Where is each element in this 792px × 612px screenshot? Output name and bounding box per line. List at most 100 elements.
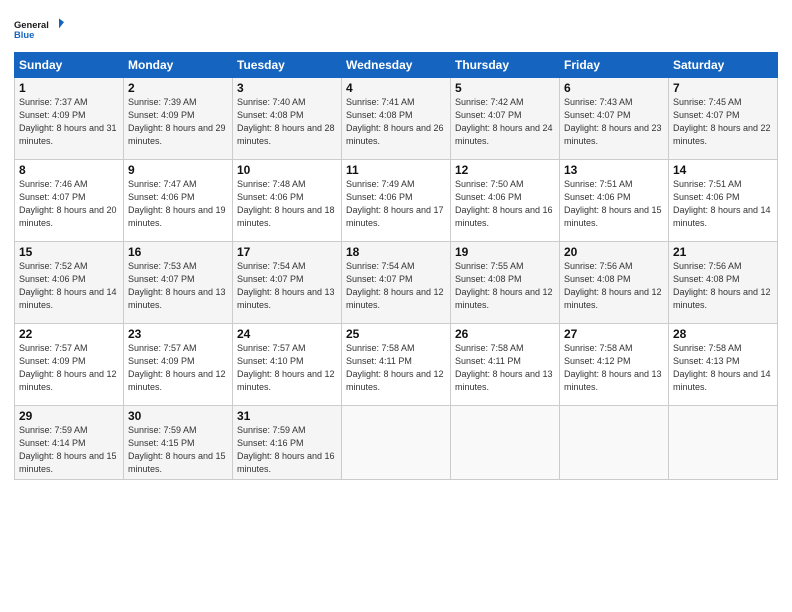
calendar-cell: 16 Sunrise: 7:53 AMSunset: 4:07 PMDaylig… [124, 242, 233, 324]
weekday-header-friday: Friday [560, 53, 669, 78]
day-number: 11 [346, 163, 446, 177]
cell-details: Sunrise: 7:53 AMSunset: 4:07 PMDaylight:… [128, 261, 226, 310]
day-number: 4 [346, 81, 446, 95]
calendar-table: SundayMondayTuesdayWednesdayThursdayFrid… [14, 52, 778, 480]
cell-details: Sunrise: 7:46 AMSunset: 4:07 PMDaylight:… [19, 179, 117, 228]
calendar-cell: 19 Sunrise: 7:55 AMSunset: 4:08 PMDaylig… [451, 242, 560, 324]
cell-details: Sunrise: 7:37 AMSunset: 4:09 PMDaylight:… [19, 97, 117, 146]
cell-details: Sunrise: 7:56 AMSunset: 4:08 PMDaylight:… [673, 261, 771, 310]
calendar-cell [560, 406, 669, 480]
calendar-cell [451, 406, 560, 480]
calendar-cell: 22 Sunrise: 7:57 AMSunset: 4:09 PMDaylig… [15, 324, 124, 406]
day-number: 14 [673, 163, 773, 177]
calendar-cell: 29 Sunrise: 7:59 AMSunset: 4:14 PMDaylig… [15, 406, 124, 480]
weekday-header-wednesday: Wednesday [342, 53, 451, 78]
weekday-header-monday: Monday [124, 53, 233, 78]
cell-details: Sunrise: 7:49 AMSunset: 4:06 PMDaylight:… [346, 179, 444, 228]
calendar-cell: 8 Sunrise: 7:46 AMSunset: 4:07 PMDayligh… [15, 160, 124, 242]
cell-details: Sunrise: 7:55 AMSunset: 4:08 PMDaylight:… [455, 261, 553, 310]
cell-details: Sunrise: 7:59 AMSunset: 4:16 PMDaylight:… [237, 425, 335, 474]
day-number: 2 [128, 81, 228, 95]
day-number: 9 [128, 163, 228, 177]
cell-details: Sunrise: 7:56 AMSunset: 4:08 PMDaylight:… [564, 261, 662, 310]
calendar-cell: 30 Sunrise: 7:59 AMSunset: 4:15 PMDaylig… [124, 406, 233, 480]
cell-details: Sunrise: 7:51 AMSunset: 4:06 PMDaylight:… [564, 179, 662, 228]
cell-details: Sunrise: 7:47 AMSunset: 4:06 PMDaylight:… [128, 179, 226, 228]
logo: General Blue [14, 10, 64, 48]
day-number: 18 [346, 245, 446, 259]
cell-details: Sunrise: 7:57 AMSunset: 4:09 PMDaylight:… [19, 343, 117, 392]
day-number: 24 [237, 327, 337, 341]
day-number: 3 [237, 81, 337, 95]
calendar-cell: 9 Sunrise: 7:47 AMSunset: 4:06 PMDayligh… [124, 160, 233, 242]
calendar-cell: 12 Sunrise: 7:50 AMSunset: 4:06 PMDaylig… [451, 160, 560, 242]
calendar-cell: 20 Sunrise: 7:56 AMSunset: 4:08 PMDaylig… [560, 242, 669, 324]
calendar-cell: 28 Sunrise: 7:58 AMSunset: 4:13 PMDaylig… [669, 324, 778, 406]
day-number: 31 [237, 409, 337, 423]
calendar-cell: 23 Sunrise: 7:57 AMSunset: 4:09 PMDaylig… [124, 324, 233, 406]
cell-details: Sunrise: 7:59 AMSunset: 4:14 PMDaylight:… [19, 425, 117, 474]
day-number: 29 [19, 409, 119, 423]
calendar-cell: 5 Sunrise: 7:42 AMSunset: 4:07 PMDayligh… [451, 78, 560, 160]
calendar-cell: 25 Sunrise: 7:58 AMSunset: 4:11 PMDaylig… [342, 324, 451, 406]
cell-details: Sunrise: 7:42 AMSunset: 4:07 PMDaylight:… [455, 97, 553, 146]
weekday-header-thursday: Thursday [451, 53, 560, 78]
day-number: 15 [19, 245, 119, 259]
cell-details: Sunrise: 7:54 AMSunset: 4:07 PMDaylight:… [346, 261, 444, 310]
calendar-cell: 3 Sunrise: 7:40 AMSunset: 4:08 PMDayligh… [233, 78, 342, 160]
calendar-cell: 21 Sunrise: 7:56 AMSunset: 4:08 PMDaylig… [669, 242, 778, 324]
day-number: 12 [455, 163, 555, 177]
cell-details: Sunrise: 7:40 AMSunset: 4:08 PMDaylight:… [237, 97, 335, 146]
calendar-cell: 24 Sunrise: 7:57 AMSunset: 4:10 PMDaylig… [233, 324, 342, 406]
cell-details: Sunrise: 7:58 AMSunset: 4:11 PMDaylight:… [455, 343, 553, 392]
cell-details: Sunrise: 7:50 AMSunset: 4:06 PMDaylight:… [455, 179, 553, 228]
calendar-cell: 26 Sunrise: 7:58 AMSunset: 4:11 PMDaylig… [451, 324, 560, 406]
cell-details: Sunrise: 7:52 AMSunset: 4:06 PMDaylight:… [19, 261, 117, 310]
day-number: 5 [455, 81, 555, 95]
calendar-cell [669, 406, 778, 480]
cell-details: Sunrise: 7:48 AMSunset: 4:06 PMDaylight:… [237, 179, 335, 228]
day-number: 21 [673, 245, 773, 259]
cell-details: Sunrise: 7:58 AMSunset: 4:13 PMDaylight:… [673, 343, 771, 392]
calendar-cell: 27 Sunrise: 7:58 AMSunset: 4:12 PMDaylig… [560, 324, 669, 406]
calendar-cell: 2 Sunrise: 7:39 AMSunset: 4:09 PMDayligh… [124, 78, 233, 160]
cell-details: Sunrise: 7:51 AMSunset: 4:06 PMDaylight:… [673, 179, 771, 228]
cell-details: Sunrise: 7:57 AMSunset: 4:10 PMDaylight:… [237, 343, 335, 392]
day-number: 22 [19, 327, 119, 341]
cell-details: Sunrise: 7:45 AMSunset: 4:07 PMDaylight:… [673, 97, 771, 146]
day-number: 10 [237, 163, 337, 177]
cell-details: Sunrise: 7:41 AMSunset: 4:08 PMDaylight:… [346, 97, 444, 146]
day-number: 7 [673, 81, 773, 95]
calendar-cell: 11 Sunrise: 7:49 AMSunset: 4:06 PMDaylig… [342, 160, 451, 242]
cell-details: Sunrise: 7:59 AMSunset: 4:15 PMDaylight:… [128, 425, 226, 474]
calendar-cell: 6 Sunrise: 7:43 AMSunset: 4:07 PMDayligh… [560, 78, 669, 160]
calendar-cell: 14 Sunrise: 7:51 AMSunset: 4:06 PMDaylig… [669, 160, 778, 242]
day-number: 20 [564, 245, 664, 259]
calendar-cell: 4 Sunrise: 7:41 AMSunset: 4:08 PMDayligh… [342, 78, 451, 160]
cell-details: Sunrise: 7:54 AMSunset: 4:07 PMDaylight:… [237, 261, 335, 310]
calendar-cell: 17 Sunrise: 7:54 AMSunset: 4:07 PMDaylig… [233, 242, 342, 324]
weekday-header-tuesday: Tuesday [233, 53, 342, 78]
calendar-cell: 18 Sunrise: 7:54 AMSunset: 4:07 PMDaylig… [342, 242, 451, 324]
cell-details: Sunrise: 7:43 AMSunset: 4:07 PMDaylight:… [564, 97, 662, 146]
day-number: 23 [128, 327, 228, 341]
cell-details: Sunrise: 7:57 AMSunset: 4:09 PMDaylight:… [128, 343, 226, 392]
cell-details: Sunrise: 7:58 AMSunset: 4:11 PMDaylight:… [346, 343, 444, 392]
day-number: 1 [19, 81, 119, 95]
calendar-cell: 15 Sunrise: 7:52 AMSunset: 4:06 PMDaylig… [15, 242, 124, 324]
weekday-header-saturday: Saturday [669, 53, 778, 78]
day-number: 30 [128, 409, 228, 423]
calendar-cell: 1 Sunrise: 7:37 AMSunset: 4:09 PMDayligh… [15, 78, 124, 160]
weekday-header-sunday: Sunday [15, 53, 124, 78]
day-number: 6 [564, 81, 664, 95]
calendar-cell: 31 Sunrise: 7:59 AMSunset: 4:16 PMDaylig… [233, 406, 342, 480]
day-number: 25 [346, 327, 446, 341]
day-number: 26 [455, 327, 555, 341]
day-number: 28 [673, 327, 773, 341]
calendar-cell: 10 Sunrise: 7:48 AMSunset: 4:06 PMDaylig… [233, 160, 342, 242]
cell-details: Sunrise: 7:39 AMSunset: 4:09 PMDaylight:… [128, 97, 226, 146]
cell-details: Sunrise: 7:58 AMSunset: 4:12 PMDaylight:… [564, 343, 662, 392]
day-number: 13 [564, 163, 664, 177]
day-number: 17 [237, 245, 337, 259]
day-number: 19 [455, 245, 555, 259]
